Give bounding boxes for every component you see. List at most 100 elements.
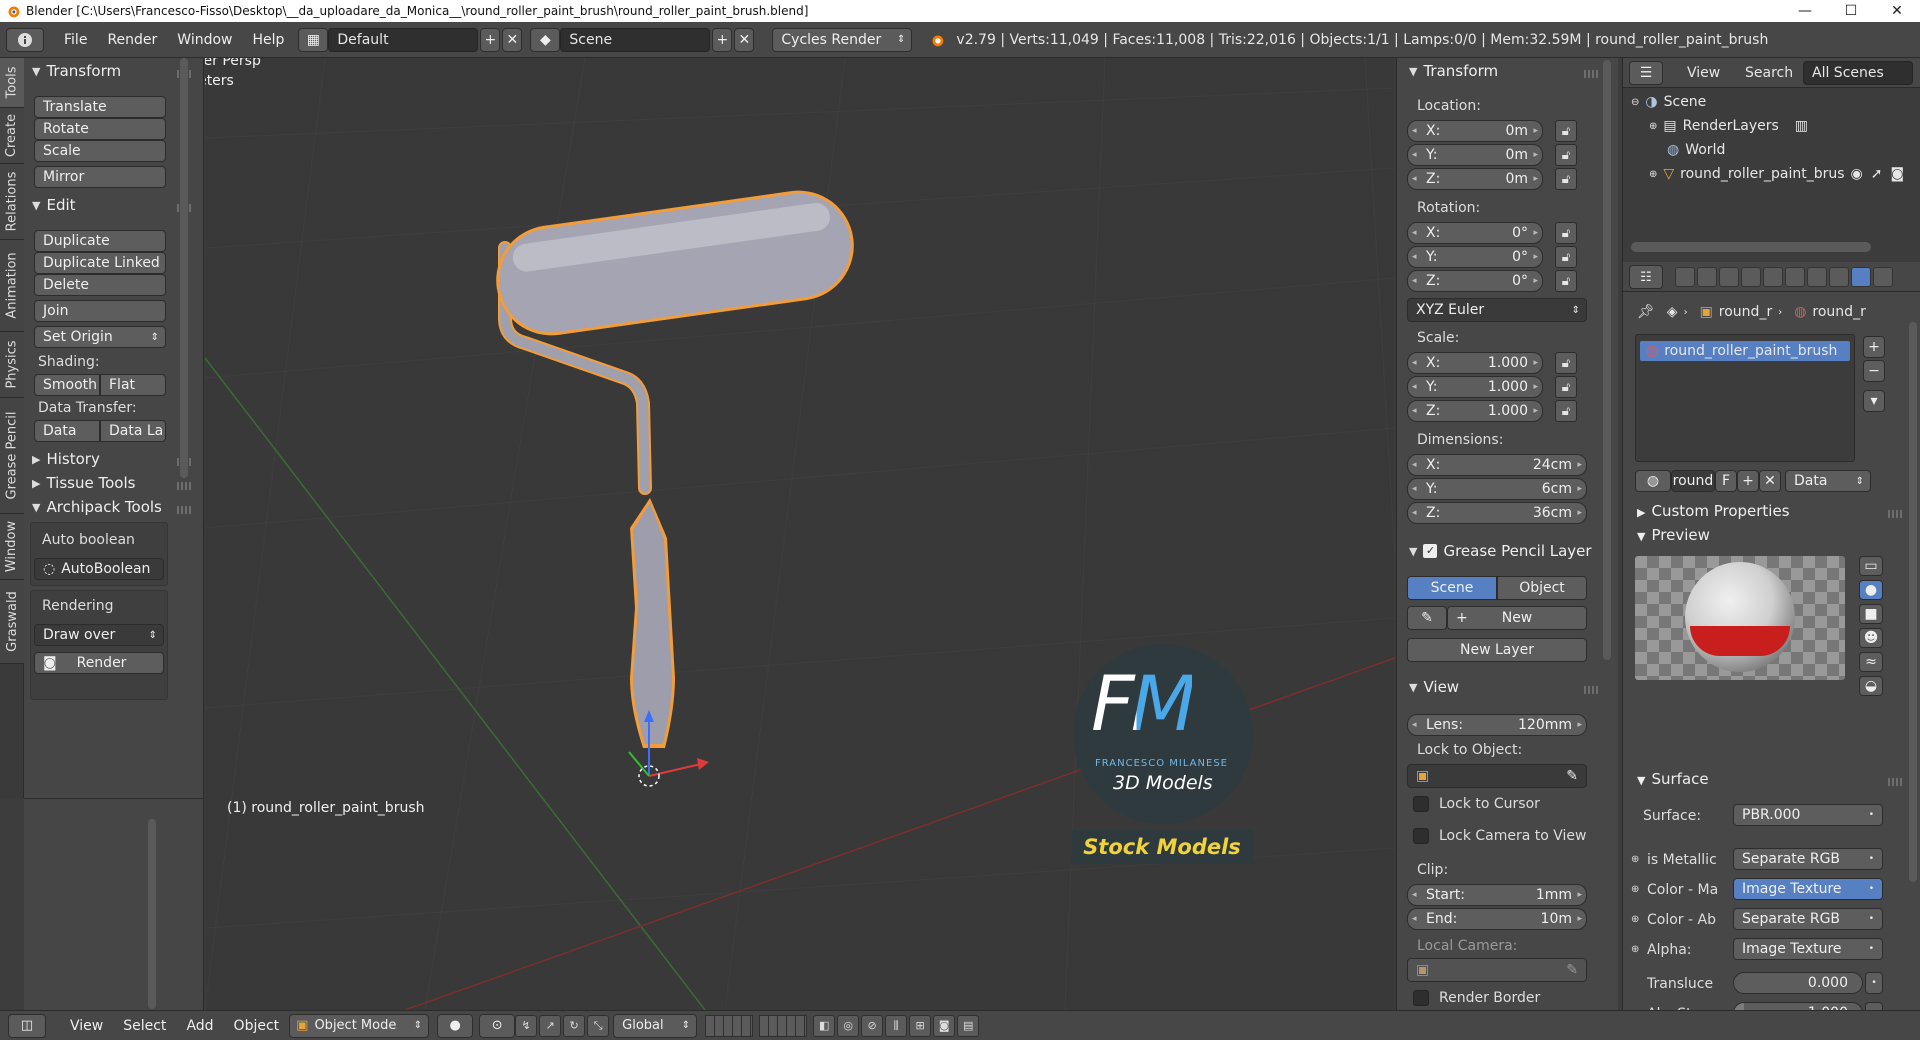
panel-grip-icon[interactable]	[1888, 778, 1902, 786]
outliner-display-mode[interactable]: All Scenes	[1803, 61, 1913, 85]
custom-properties-header[interactable]: ▶ Custom Properties	[1637, 502, 1790, 520]
npanel-scrollbar[interactable]	[1603, 60, 1611, 660]
preview-flat-icon[interactable]: ▭	[1859, 556, 1883, 576]
layers-group-2[interactable]	[759, 1014, 808, 1037]
smooth-button[interactable]: Smooth	[34, 374, 100, 396]
operator-scrollbar[interactable]	[148, 819, 156, 1009]
dimension-z-field[interactable]: ◂ Z: 36cm ▸	[1407, 502, 1587, 524]
outliner-renderlayers-row[interactable]: ⊕ ▤ RenderLayers ▥	[1623, 114, 1920, 138]
rotation-mode-dropdown[interactable]: XYZ Euler ⇕	[1407, 298, 1587, 322]
3d-editor-type-icon[interactable]: ◫	[8, 1013, 46, 1038]
orientation-dropdown[interactable]: Global ⇕	[613, 1013, 698, 1038]
translate-manipulator-icon[interactable]: ↗	[539, 1014, 562, 1037]
material-name-field[interactable]: round	[1671, 470, 1715, 492]
gp-new-layer-button[interactable]: New Layer	[1407, 638, 1587, 662]
properties-editor-icon[interactable]: ☷	[1629, 265, 1663, 289]
material-tab-icon[interactable]	[1851, 267, 1871, 287]
scene-selector-icon[interactable]: ◆	[530, 27, 561, 52]
tab-relations[interactable]: Relations	[0, 164, 24, 240]
tab-tools[interactable]: Tools	[0, 58, 24, 108]
snap-target-icon[interactable]: ⊞	[909, 1014, 932, 1037]
history-panel-header[interactable]: ▶ History	[32, 450, 100, 468]
world-tab-icon[interactable]	[1741, 267, 1761, 287]
remove-slot-icon[interactable]: −	[1863, 360, 1885, 382]
socket-dot-icon[interactable]: •	[1865, 972, 1883, 994]
maximize-button[interactable]: ☐	[1828, 3, 1874, 19]
flat-button[interactable]: Flat	[100, 374, 166, 396]
scale-button[interactable]: Scale	[34, 140, 166, 162]
tab-physics[interactable]: Physics	[0, 332, 24, 398]
lock-icon[interactable]: 🔓︎	[1555, 246, 1577, 268]
lock-icon[interactable]: 🔓︎	[1555, 222, 1577, 244]
panel-grip-icon[interactable]	[177, 482, 191, 490]
dimension-x-field[interactable]: ◂ X: 24cm ▸	[1407, 454, 1587, 476]
unlink-material-icon[interactable]: ✕	[1759, 470, 1781, 492]
location-x-field[interactable]: ◂ X: 0m ▸	[1407, 120, 1543, 142]
clip-start-field[interactable]: ◂ Start: 1mm ▸	[1407, 884, 1587, 906]
menu-render[interactable]: Render	[97, 32, 167, 48]
outliner-editor-icon[interactable]: ☰	[1629, 61, 1663, 85]
remove-scene-icon[interactable]: ✕	[734, 27, 755, 52]
expand-socket-icon[interactable]: ⊕	[1631, 944, 1639, 955]
autoboolean-button[interactable]: ◌ AutoBoolean	[34, 558, 164, 580]
selectable-cursor-icon[interactable]: ➚	[1871, 166, 1883, 182]
lock-layers-icon[interactable]: ◧	[813, 1014, 836, 1037]
renderable-camera-icon[interactable]: ◙	[1890, 166, 1904, 182]
manipulator-toggle-icon[interactable]: ↯	[515, 1014, 538, 1037]
local-camera-field[interactable]: ▣ ✎	[1407, 958, 1587, 982]
material-browse-icon[interactable]: ◍	[1635, 470, 1671, 492]
tissue-tools-panel-header[interactable]: ▶ Tissue Tools	[32, 474, 135, 492]
outliner-world-row[interactable]: ◍ World	[1623, 138, 1920, 162]
lock-icon[interactable]: 🔓︎	[1555, 168, 1577, 190]
outliner-scene-row[interactable]: ⊖ ◑ Scene	[1623, 90, 1920, 114]
mode-dropdown[interactable]: ▣ Object Mode ⇕	[289, 1013, 430, 1038]
texture-tab-icon[interactable]	[1873, 267, 1893, 287]
panel-grip-icon[interactable]	[1584, 70, 1598, 78]
lock-object-field[interactable]: ▣ ✎	[1407, 764, 1587, 788]
view-panel-header[interactable]: ▼ View	[1409, 678, 1459, 696]
archipack-panel-header[interactable]: ▼ Archipack Tools	[32, 498, 162, 516]
layers-group-1[interactable]	[705, 1014, 754, 1037]
location-y-field[interactable]: ◂ Y: 0m ▸	[1407, 144, 1543, 166]
slot-menu-icon[interactable]: ▾	[1863, 390, 1885, 412]
transform-panel-header[interactable]: ▼ Transform	[32, 62, 121, 80]
material-slot-item[interactable]: ◍ round_roller_paint_brush	[1640, 341, 1850, 361]
expand-socket-icon[interactable]: ⊕	[1631, 914, 1639, 925]
snap-toggle-icon[interactable]: ⊘	[861, 1014, 884, 1037]
add-layout-icon[interactable]: +	[480, 27, 501, 52]
surface-header[interactable]: ▼ Surface	[1637, 770, 1709, 788]
preview-cube-icon[interactable]: ■	[1859, 604, 1883, 624]
constraints-tab-icon[interactable]	[1785, 267, 1805, 287]
alpha-input[interactable]: Image Texture •	[1733, 938, 1883, 960]
visibility-eye-icon[interactable]: ◉	[1851, 166, 1863, 182]
layout-field[interactable]: Default	[328, 27, 479, 52]
expand-socket-icon[interactable]: ⊕	[1631, 854, 1639, 865]
gp-object-button[interactable]: Object	[1497, 576, 1587, 600]
rotate-button[interactable]: Rotate	[34, 118, 166, 140]
lock-icon[interactable]: 🔓︎	[1555, 352, 1577, 374]
preview-sphere-icon[interactable]: ●	[1859, 580, 1883, 600]
menu-window[interactable]: Window	[167, 32, 242, 48]
scale-x-field[interactable]: ◂ X: 1.000 ▸	[1407, 352, 1543, 374]
gp-new-button[interactable]: + New	[1447, 606, 1587, 630]
panel-grip-icon[interactable]	[1888, 510, 1902, 518]
snap-element-icon[interactable]: ⫼	[885, 1014, 908, 1037]
render-layer-toggle-icon[interactable]: ▥	[1795, 118, 1808, 134]
scene-tab-icon[interactable]	[1719, 267, 1739, 287]
minimize-button[interactable]: —	[1782, 3, 1828, 19]
opengl-anim-icon[interactable]: ▤	[957, 1014, 980, 1037]
proportional-edit-icon[interactable]: ◎	[837, 1014, 860, 1037]
menu-add[interactable]: Add	[176, 1018, 223, 1034]
set-origin-dropdown[interactable]: Set Origin ⇕	[34, 326, 166, 348]
join-button[interactable]: Join	[34, 300, 166, 322]
panel-grip-icon[interactable]	[1584, 686, 1598, 694]
properties-scrollbar[interactable]	[1909, 322, 1917, 882]
outliner-search-menu[interactable]: Search	[1745, 65, 1793, 81]
scale-z-field[interactable]: ◂ Z: 1.000 ▸	[1407, 400, 1543, 422]
lock-camera-checkbox[interactable]	[1413, 828, 1429, 844]
link-data-dropdown[interactable]: Data ⇕	[1785, 470, 1871, 492]
tab-create[interactable]: Create	[0, 108, 24, 164]
tab-grease-pencil[interactable]: Grease Pencil	[0, 398, 24, 514]
edit-panel-header[interactable]: ▼ Edit	[32, 196, 76, 214]
modifiers-tab-icon[interactable]	[1807, 267, 1827, 287]
